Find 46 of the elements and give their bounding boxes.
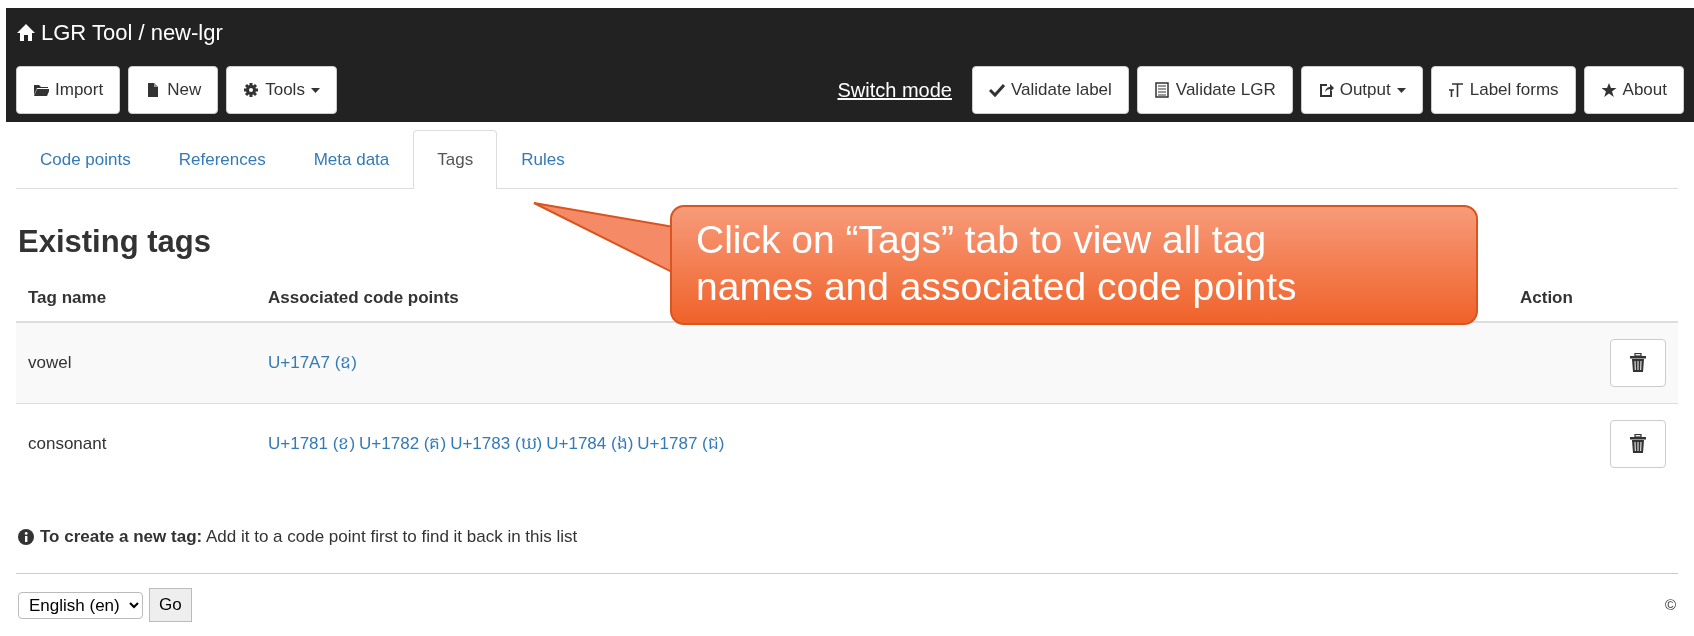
go-button[interactable]: Go: [149, 588, 192, 622]
switch-mode-link[interactable]: Switch mode: [837, 75, 952, 106]
delete-button[interactable]: [1610, 338, 1666, 387]
caret-icon: [1396, 87, 1406, 93]
copyright-sign: ©: [1664, 594, 1676, 615]
tab[interactable]: Rules: [497, 130, 589, 189]
toolbar-button[interactable]: Validate label: [972, 66, 1129, 115]
share-icon: [1317, 82, 1334, 99]
trash-icon: [1630, 352, 1646, 373]
toolbar-button[interactable]: Output: [1300, 66, 1423, 115]
code-point-link[interactable]: U+1783 (ឃ): [450, 434, 543, 454]
tab[interactable]: Tags: [413, 130, 498, 189]
toolbar-button[interactable]: Tools: [226, 66, 337, 115]
info-note: To create a new tag: Add it to a code point first to find it back in this list: [40, 525, 578, 548]
toolbar-button[interactable]: About: [1583, 66, 1684, 115]
code-point-link[interactable]: U+17A7 (ឧ): [268, 353, 357, 373]
section-heading: Existing tags: [18, 222, 211, 261]
code-point-link[interactable]: U+1787 (ជ): [637, 434, 725, 454]
toolbar-button[interactable]: Import: [16, 66, 121, 115]
toolbar-button[interactable]: Validate LGR: [1136, 66, 1293, 115]
folder-icon: [33, 82, 49, 99]
home-icon[interactable]: [16, 22, 36, 42]
callout-bubble: Click on “Tags” tab to view all tag names and associated code points: [670, 205, 1478, 325]
column-header: Tag name: [16, 275, 256, 322]
toolbar-button[interactable]: Label forms: [1430, 66, 1576, 115]
gear-icon: [243, 82, 260, 99]
tag-name-cell: vowel: [16, 321, 256, 404]
code-point-link[interactable]: U+1784 (ង): [546, 434, 634, 454]
code-point-link[interactable]: U+1781 (ខ): [268, 434, 356, 454]
info-icon: [18, 528, 34, 545]
text-icon: [1447, 82, 1464, 99]
language-select[interactable]: English (en): [18, 591, 143, 619]
star-icon: [1600, 82, 1617, 99]
tag-name-cell: consonant: [16, 403, 256, 484]
toolbar-button[interactable]: New: [128, 66, 219, 115]
code-point-link[interactable]: U+1782 (គ): [359, 434, 447, 454]
checkmark-icon: [989, 82, 1005, 99]
tab[interactable]: Code points: [16, 130, 155, 189]
column-header: Action: [1508, 275, 1678, 322]
delete-button[interactable]: [1610, 419, 1666, 468]
caret-icon: [310, 87, 320, 93]
trash-icon: [1630, 433, 1646, 454]
tab[interactable]: References: [154, 130, 290, 189]
list-icon: [1153, 82, 1170, 99]
app-title[interactable]: LGR Tool / new-lgr: [41, 15, 223, 49]
tab[interactable]: Meta data: [289, 130, 414, 189]
